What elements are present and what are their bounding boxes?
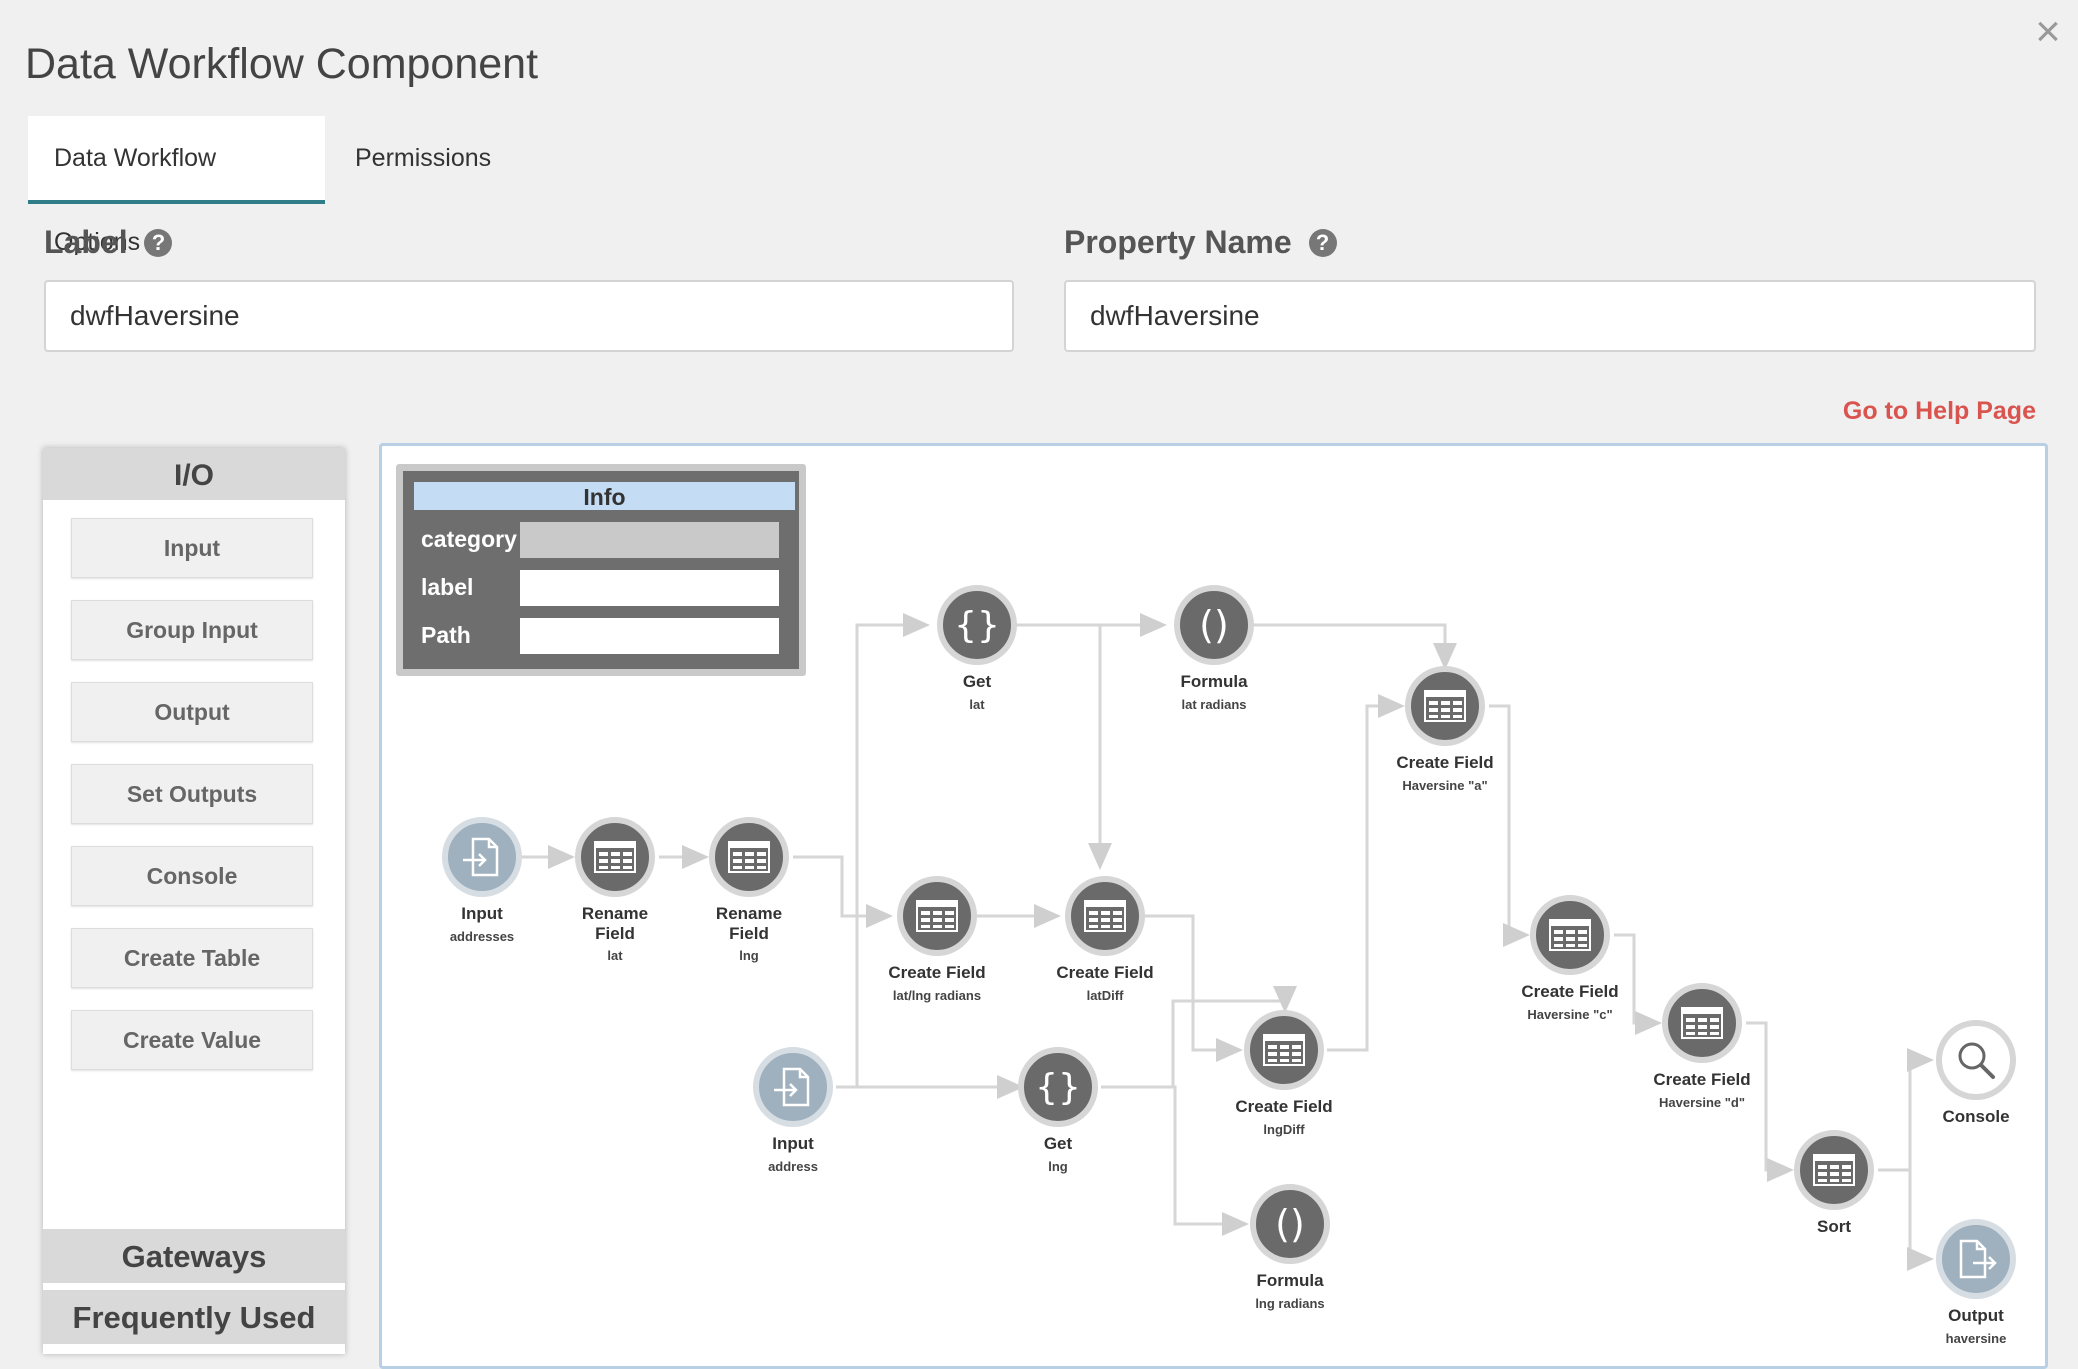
component-palette: I/O Input Group Input Output Set Outputs… [43,448,345,1354]
braces-icon[interactable]: {} [1018,1047,1098,1127]
magnifier-icon[interactable] [1936,1020,2016,1100]
input-icon[interactable] [753,1047,833,1127]
tab-data-workflow-options[interactable]: Data Workflow Options [28,116,325,256]
table-icon[interactable] [575,817,655,897]
node-sub: lat [969,697,985,712]
table-icon[interactable] [1662,983,1742,1063]
tab-bar: Data Workflow Options Permissions [28,116,1428,256]
node-name: Get [1043,1134,1073,1153]
info-label-label: label [421,574,474,600]
node-sub: Haversine "d" [1658,1095,1746,1110]
close-icon[interactable]: × [2030,10,2066,54]
node-name: Output [1948,1306,2004,1325]
node-sub: lng [739,948,759,963]
palette-item-group-input[interactable]: Group Input [71,600,313,660]
tab-permissions[interactable]: Permissions [329,116,559,200]
property-name-input[interactable] [1064,280,2036,352]
help-icon[interactable]: ? [1308,229,1337,257]
palette-item-console[interactable]: Console [71,846,313,906]
help-icon[interactable]: ? [144,229,173,257]
node-name: Get [962,672,992,691]
node-sub: haversine [1945,1331,2007,1346]
svg-text:{}: {} [1035,1067,1081,1108]
dialog-title: Data Workflow Component [25,40,539,88]
input-icon[interactable] [442,817,522,897]
label-field-text: Label [44,224,128,260]
connector [793,855,893,928]
node-sub: latDiff [1086,988,1124,1003]
node-sub: lng [1048,1159,1068,1174]
label-input[interactable] [44,280,1014,352]
palette-item-input[interactable]: Input [71,518,313,578]
info-field-label[interactable] [520,570,779,606]
palette-header-io[interactable]: I/O [43,448,345,500]
property-name-field-label: Property Name ? [1064,224,1337,261]
table-icon[interactable] [1405,666,1485,746]
node-name: Create Field [1235,1097,1333,1116]
palette-item-create-table[interactable]: Create Table [71,928,313,988]
table-icon[interactable] [1530,895,1610,975]
table-icon[interactable] [897,876,977,956]
node-name: Create Field [1056,963,1154,982]
node-sub: address [768,1159,818,1174]
info-label-path: Path [421,622,471,648]
info-box-title: Info [414,482,795,510]
node-name: Input [461,904,503,923]
table-icon[interactable] [1065,876,1145,956]
node-name: Console [1942,1107,2010,1126]
connector [1145,914,1243,1062]
node-name: Rename Field [581,904,649,943]
node-sub: Haversine "a" [1402,778,1488,793]
node-sub: lat radians [1181,697,1247,712]
palette-header-gateways[interactable]: Gateways [43,1229,345,1283]
parentheses-icon[interactable]: () [1174,585,1254,665]
connector [1878,1168,1934,1271]
help-page-link[interactable]: Go to Help Page [1843,397,2036,426]
info-field-path[interactable] [520,618,779,654]
node-name: Create Field [1521,982,1619,1001]
palette-header-frequently-used[interactable]: Frequently Used [43,1290,345,1344]
node-name: Formula [1256,1271,1324,1290]
label-field-label: Label ? [44,224,173,261]
parentheses-icon[interactable]: () [1250,1184,1330,1264]
table-icon[interactable] [1244,1010,1324,1090]
connector [1251,623,1457,670]
node-name: Input [772,1134,814,1153]
node-sub: lng radians [1255,1296,1325,1311]
connector [1489,704,1530,947]
workflow-canvas[interactable]: Info category label Path Input addresses… [379,443,2048,1369]
node-name: Sort [1817,1217,1851,1236]
node-sub: addresses [449,929,515,944]
svg-text:(): () [1199,603,1229,647]
output-icon[interactable] [1936,1219,2016,1299]
palette-item-output[interactable]: Output [71,682,313,742]
svg-text:(): () [1275,1202,1305,1246]
node-sub: Haversine "c" [1527,1007,1613,1022]
node-name: Create Field [1396,753,1494,772]
palette-item-set-outputs[interactable]: Set Outputs [71,764,313,824]
table-icon[interactable] [1794,1130,1874,1210]
braces-icon[interactable]: {} [937,585,1017,665]
connector [836,613,930,1089]
node-sub: lngDiff [1263,1122,1305,1137]
table-icon[interactable] [709,817,789,897]
node-name: Rename Field [715,904,783,943]
info-field-category [520,522,779,558]
svg-text:{}: {} [954,605,1000,646]
node-name: Formula [1180,672,1248,691]
info-box: Info category label Path [396,464,806,676]
info-label-category: category [421,526,517,552]
node-name: Create Field [1653,1070,1751,1089]
palette-item-create-value[interactable]: Create Value [71,1010,313,1070]
property-name-field-text: Property Name [1064,224,1292,260]
